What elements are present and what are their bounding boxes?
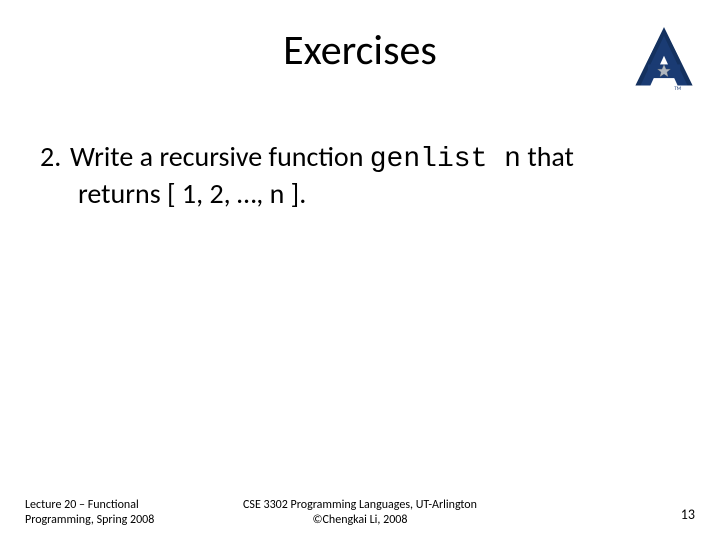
footer-center-line1: CSE 3302 Programming Languages, UT-Arlin… (0, 498, 720, 512)
exercise-line2: returns [ 1, 2, …, n ]. (40, 177, 695, 211)
exercise-text: 2.Write a recursive function genlist n t… (40, 140, 695, 210)
slide-title: Exercises (0, 25, 720, 76)
exercise-code: genlist n (370, 144, 521, 175)
page-number: 13 (681, 506, 695, 523)
exercise-mid: that (521, 139, 574, 174)
slide: Exercises TM 2.Write a recursive functio… (0, 0, 720, 540)
exercise-number: 2. (40, 140, 70, 174)
uta-logo-icon: TM (633, 26, 695, 88)
footer-center-line2: ©Chengkai Li, 2008 (0, 513, 720, 527)
exercise-prefix: Write a recursive function (70, 139, 370, 174)
footer-center: CSE 3302 Programming Languages, UT-Arlin… (0, 498, 720, 527)
trademark-text: TM (674, 86, 681, 92)
